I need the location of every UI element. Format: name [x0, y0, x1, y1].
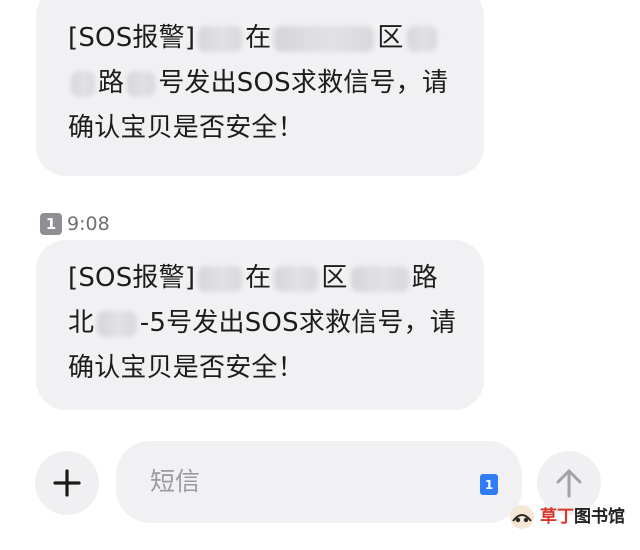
message-2-line-1: [SOS报警] 在 区 路	[68, 256, 456, 301]
redacted-text	[274, 265, 319, 292]
redacted-text	[274, 25, 375, 52]
message-1-line-3: 确认宝贝是否安全！	[68, 106, 456, 151]
message-text: 在	[245, 23, 272, 53]
message-text: 号发出SOS求救信号，请	[158, 68, 449, 98]
arrow-up-icon	[556, 469, 582, 498]
timestamp-text: 9:08	[67, 213, 110, 235]
message-text: 确认宝贝是否安全！	[68, 113, 304, 143]
message-text: -5号发出SOS求救信号，请	[139, 308, 456, 338]
watermark: 草丁图书馆	[508, 504, 625, 530]
library-logo-icon	[510, 505, 534, 529]
message-text: 路	[411, 263, 438, 293]
message-text: [SOS报警]	[68, 263, 196, 293]
message-timestamp: 1 9:08	[40, 212, 110, 236]
message-text: [SOS报警]	[68, 23, 196, 53]
redacted-text	[127, 70, 156, 97]
redacted-text	[198, 265, 243, 292]
redacted-text	[71, 70, 95, 97]
message-1-line-2: 路 号发出SOS求救信号，请	[68, 61, 456, 106]
message-1-line-1: [SOS报警] 在 区	[68, 16, 456, 61]
redacted-text	[350, 265, 409, 292]
message-text: 区	[321, 263, 348, 293]
message-text: 在	[245, 263, 272, 293]
message-2-line-3: 确认宝贝是否安全！	[68, 346, 456, 391]
watermark-brand-red: 草丁	[540, 507, 574, 527]
redacted-text	[198, 25, 243, 52]
watermark-brand-black: 图书馆	[574, 507, 625, 527]
message-text: 区	[377, 23, 404, 53]
message-text: 北	[68, 308, 95, 338]
input-placeholder: 短信	[150, 467, 201, 496]
message-text: 确认宝贝是否安全！	[68, 353, 304, 383]
sms-input-field[interactable]: 短信 1	[116, 441, 522, 523]
redacted-text	[406, 25, 437, 52]
message-2-line-2: 北 -5号发出SOS求救信号，请	[68, 301, 456, 346]
message-bubble-2[interactable]: [SOS报警] 在 区 路 北 -5号发出SOS求救信号，请 确认宝贝是否安全！	[36, 240, 484, 410]
plus-icon	[53, 469, 81, 497]
message-bubble-1[interactable]: [SOS报警] 在 区 路 号发出SOS求救信号，请 确认宝贝是否安全！	[36, 0, 484, 176]
add-attachment-button[interactable]	[35, 451, 99, 515]
sim-select-icon[interactable]: 1	[480, 474, 498, 495]
sim-card-1-icon: 1	[40, 213, 62, 235]
redacted-text	[97, 310, 137, 337]
sms-conversation-screen: [SOS报警] 在区 路号发出SOS求救信号，请 确认宝贝是否安全！ 1 9:08…	[0, 0, 640, 550]
message-text: 路	[98, 68, 125, 98]
